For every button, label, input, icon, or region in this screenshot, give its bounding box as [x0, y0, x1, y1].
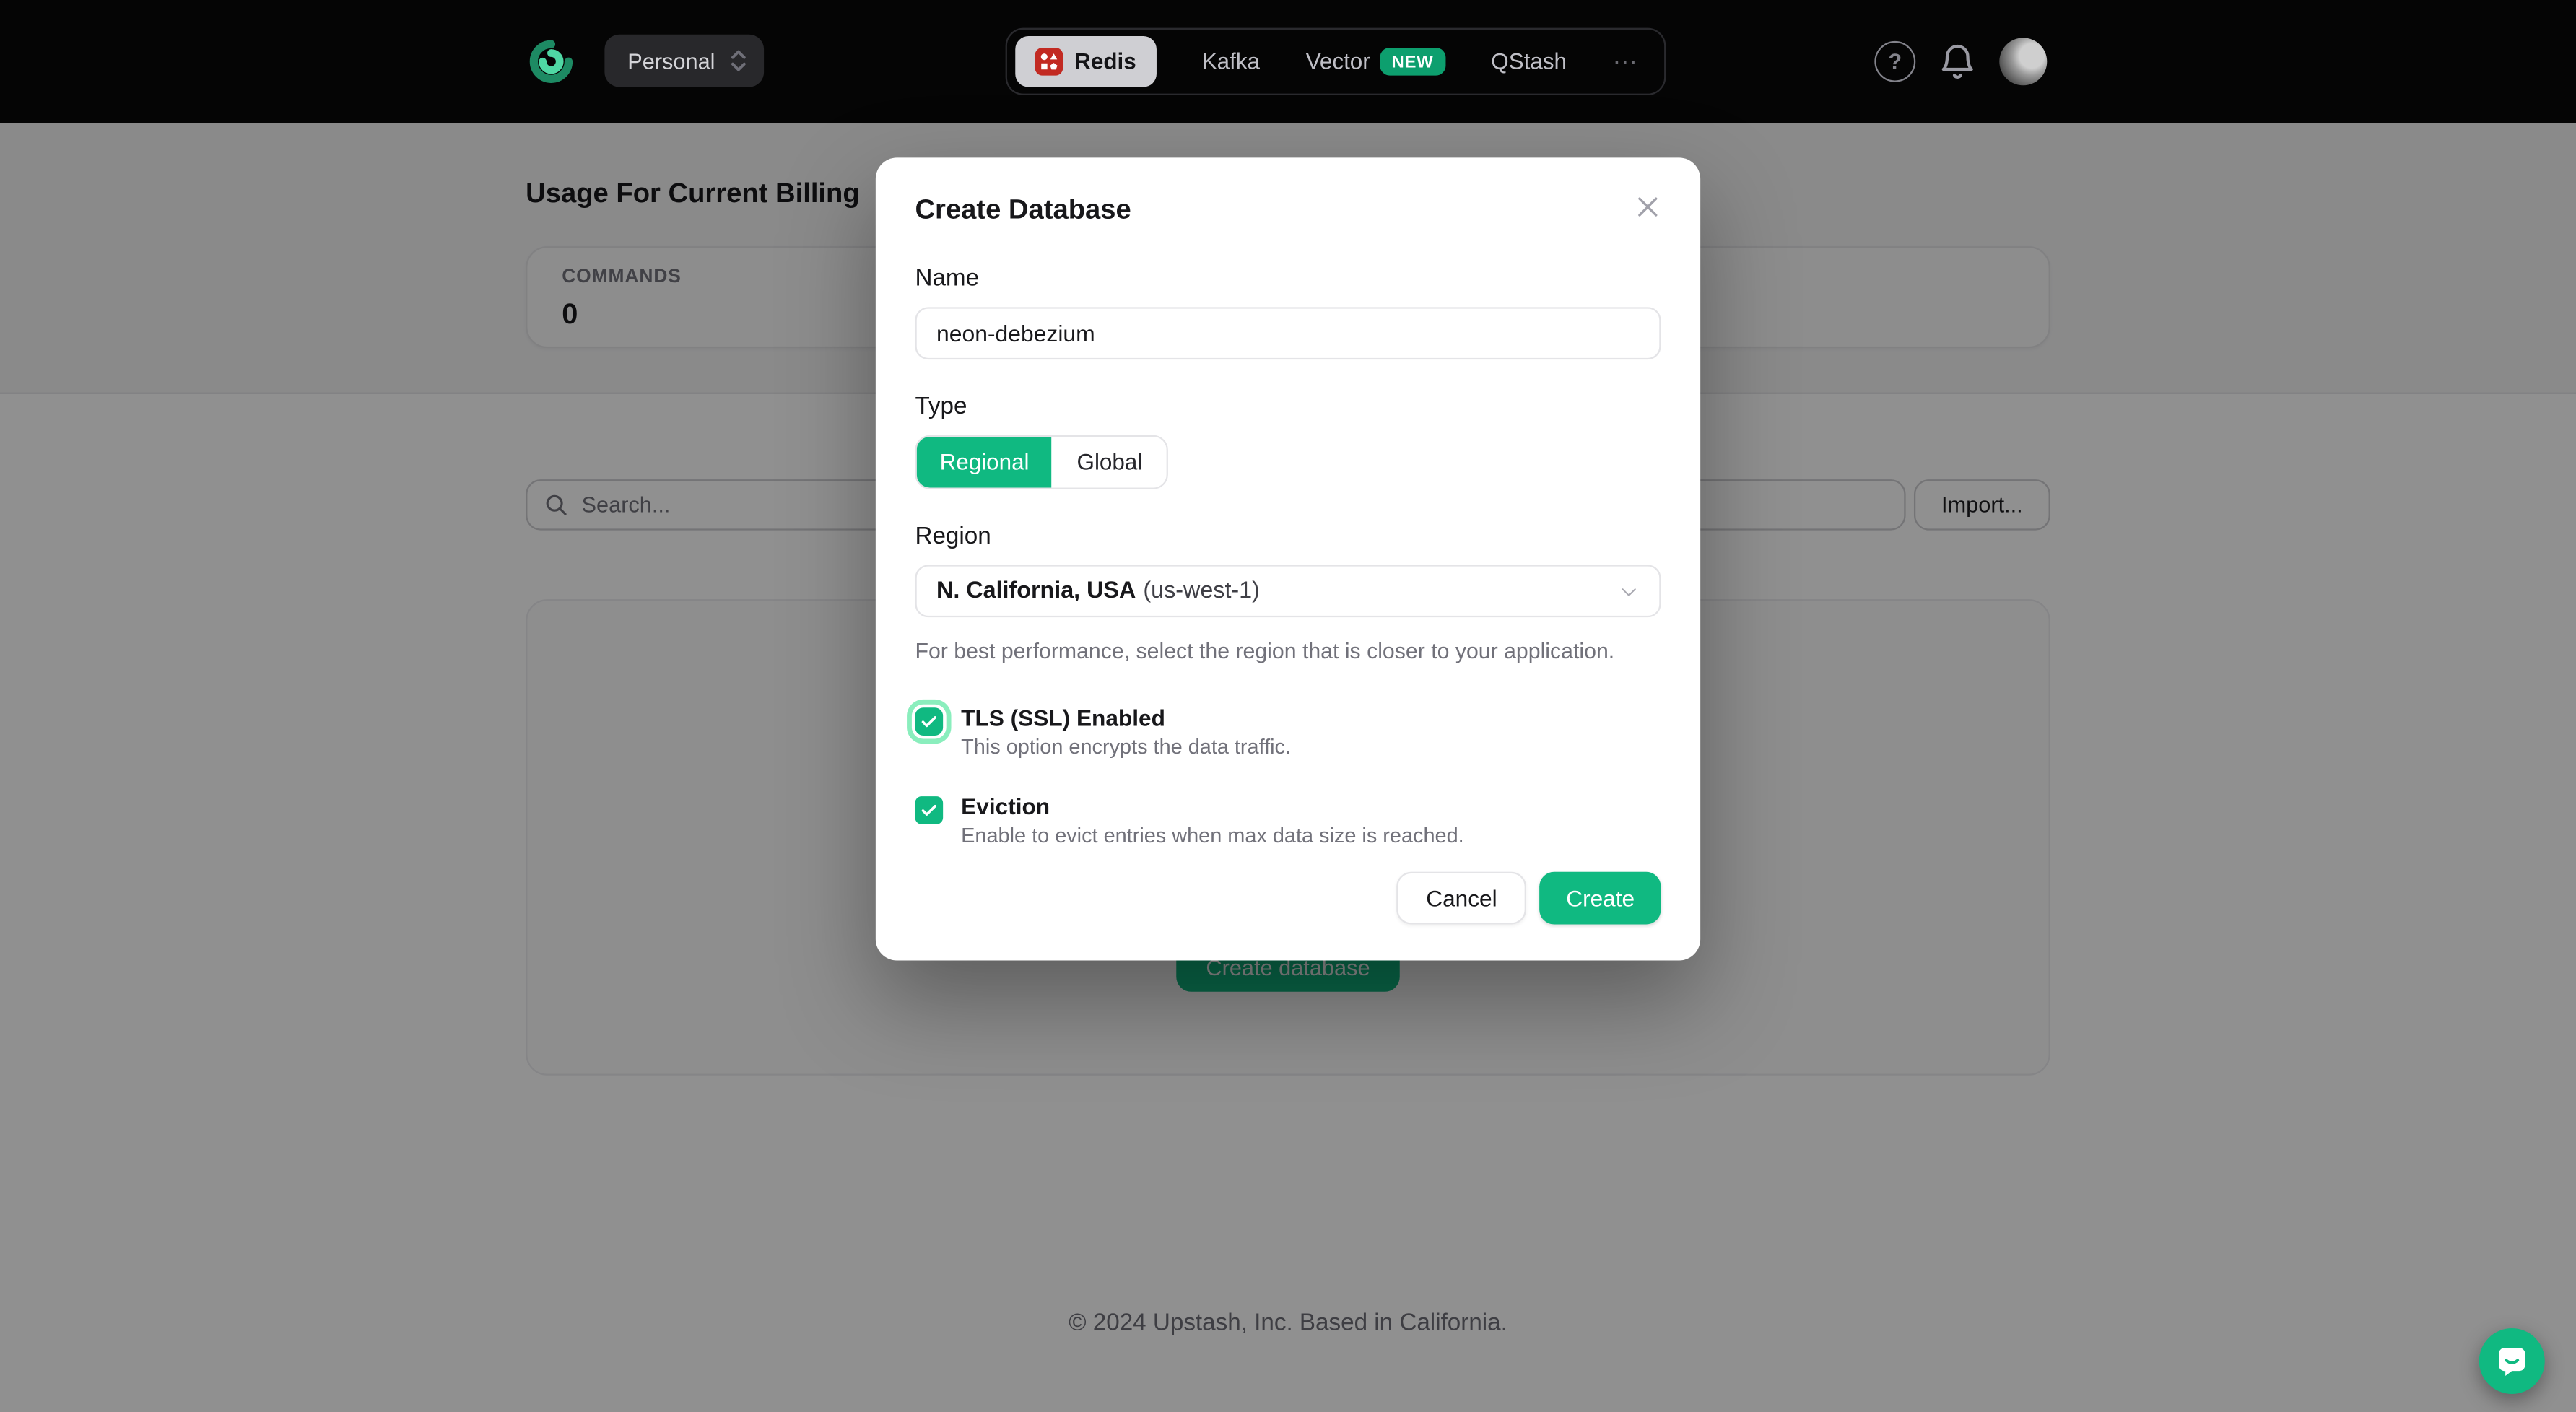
new-badge: NEW: [1380, 48, 1445, 76]
tls-row: TLS (SSL) Enabled This option encrypts t…: [915, 705, 1661, 759]
tls-label: TLS (SSL) Enabled: [961, 705, 1291, 731]
upstash-console: Personal Redis Kafka V: [0, 0, 2576, 1412]
region-code: (us-west-1): [1143, 578, 1259, 604]
check-icon: [920, 712, 938, 731]
tab-kafka[interactable]: Kafka: [1202, 49, 1260, 74]
type-option-global[interactable]: Global: [1052, 437, 1167, 488]
tab-redis-label: Redis: [1074, 49, 1136, 74]
help-icon[interactable]: ?: [1874, 41, 1915, 82]
chat-bubble-icon: [2494, 1343, 2530, 1379]
region-select[interactable]: N. California, USA (us-west-1): [915, 565, 1661, 617]
name-input[interactable]: [915, 307, 1661, 359]
org-switcher-label: Personal: [627, 48, 715, 73]
tab-qstash-label: QStash: [1491, 49, 1567, 74]
modal-actions: Cancel Create: [1396, 872, 1661, 925]
close-icon[interactable]: [1632, 191, 1665, 223]
tab-vector-label: Vector: [1306, 49, 1370, 74]
chat-widget-button[interactable]: [2479, 1328, 2545, 1394]
tls-checkbox[interactable]: [915, 707, 943, 736]
org-switcher-button[interactable]: Personal: [604, 35, 764, 87]
notifications-bell-icon[interactable]: [1937, 41, 1978, 82]
create-database-modal: Create Database Name Type Regional Globa…: [876, 157, 1700, 960]
modal-title: Create Database: [915, 193, 1661, 226]
redis-icon: [1035, 48, 1063, 76]
type-label: Type: [915, 394, 1661, 420]
eviction-checkbox[interactable]: [915, 796, 943, 824]
eviction-description: Enable to evict entries when max data si…: [961, 824, 1463, 847]
upstash-logo-icon[interactable]: [529, 40, 573, 84]
navbar-actions: ?: [1874, 0, 2047, 123]
cancel-button[interactable]: Cancel: [1396, 872, 1526, 925]
region-help-text: For best performance, select the region …: [915, 639, 1661, 663]
type-option-regional[interactable]: Regional: [917, 437, 1053, 488]
tls-description: This option encrypts the data traffic.: [961, 736, 1291, 759]
chevron-up-down-icon: [730, 48, 748, 74]
tab-redis[interactable]: Redis: [1015, 36, 1156, 87]
top-navbar: Personal Redis Kafka V: [0, 0, 2576, 123]
user-avatar[interactable]: [1999, 38, 2047, 85]
tab-vector[interactable]: Vector NEW: [1306, 48, 1445, 76]
tab-qstash[interactable]: QStash: [1491, 49, 1567, 74]
more-tabs-icon[interactable]: ⋯: [1613, 47, 1641, 77]
create-button[interactable]: Create: [1540, 872, 1661, 925]
name-label: Name: [915, 266, 1661, 292]
eviction-label: Eviction: [961, 793, 1463, 819]
eviction-row: Eviction Enable to evict entries when ma…: [915, 793, 1661, 847]
check-icon: [920, 801, 938, 819]
tab-kafka-label: Kafka: [1202, 49, 1260, 74]
product-tabs: Redis Kafka Vector NEW QStash ⋯: [1006, 28, 1666, 95]
region-label: Region: [915, 524, 1661, 550]
type-segmented-control: Regional Global: [915, 435, 1168, 489]
chevron-down-icon: [1618, 580, 1640, 602]
region-value: N. California, USA: [936, 578, 1136, 604]
